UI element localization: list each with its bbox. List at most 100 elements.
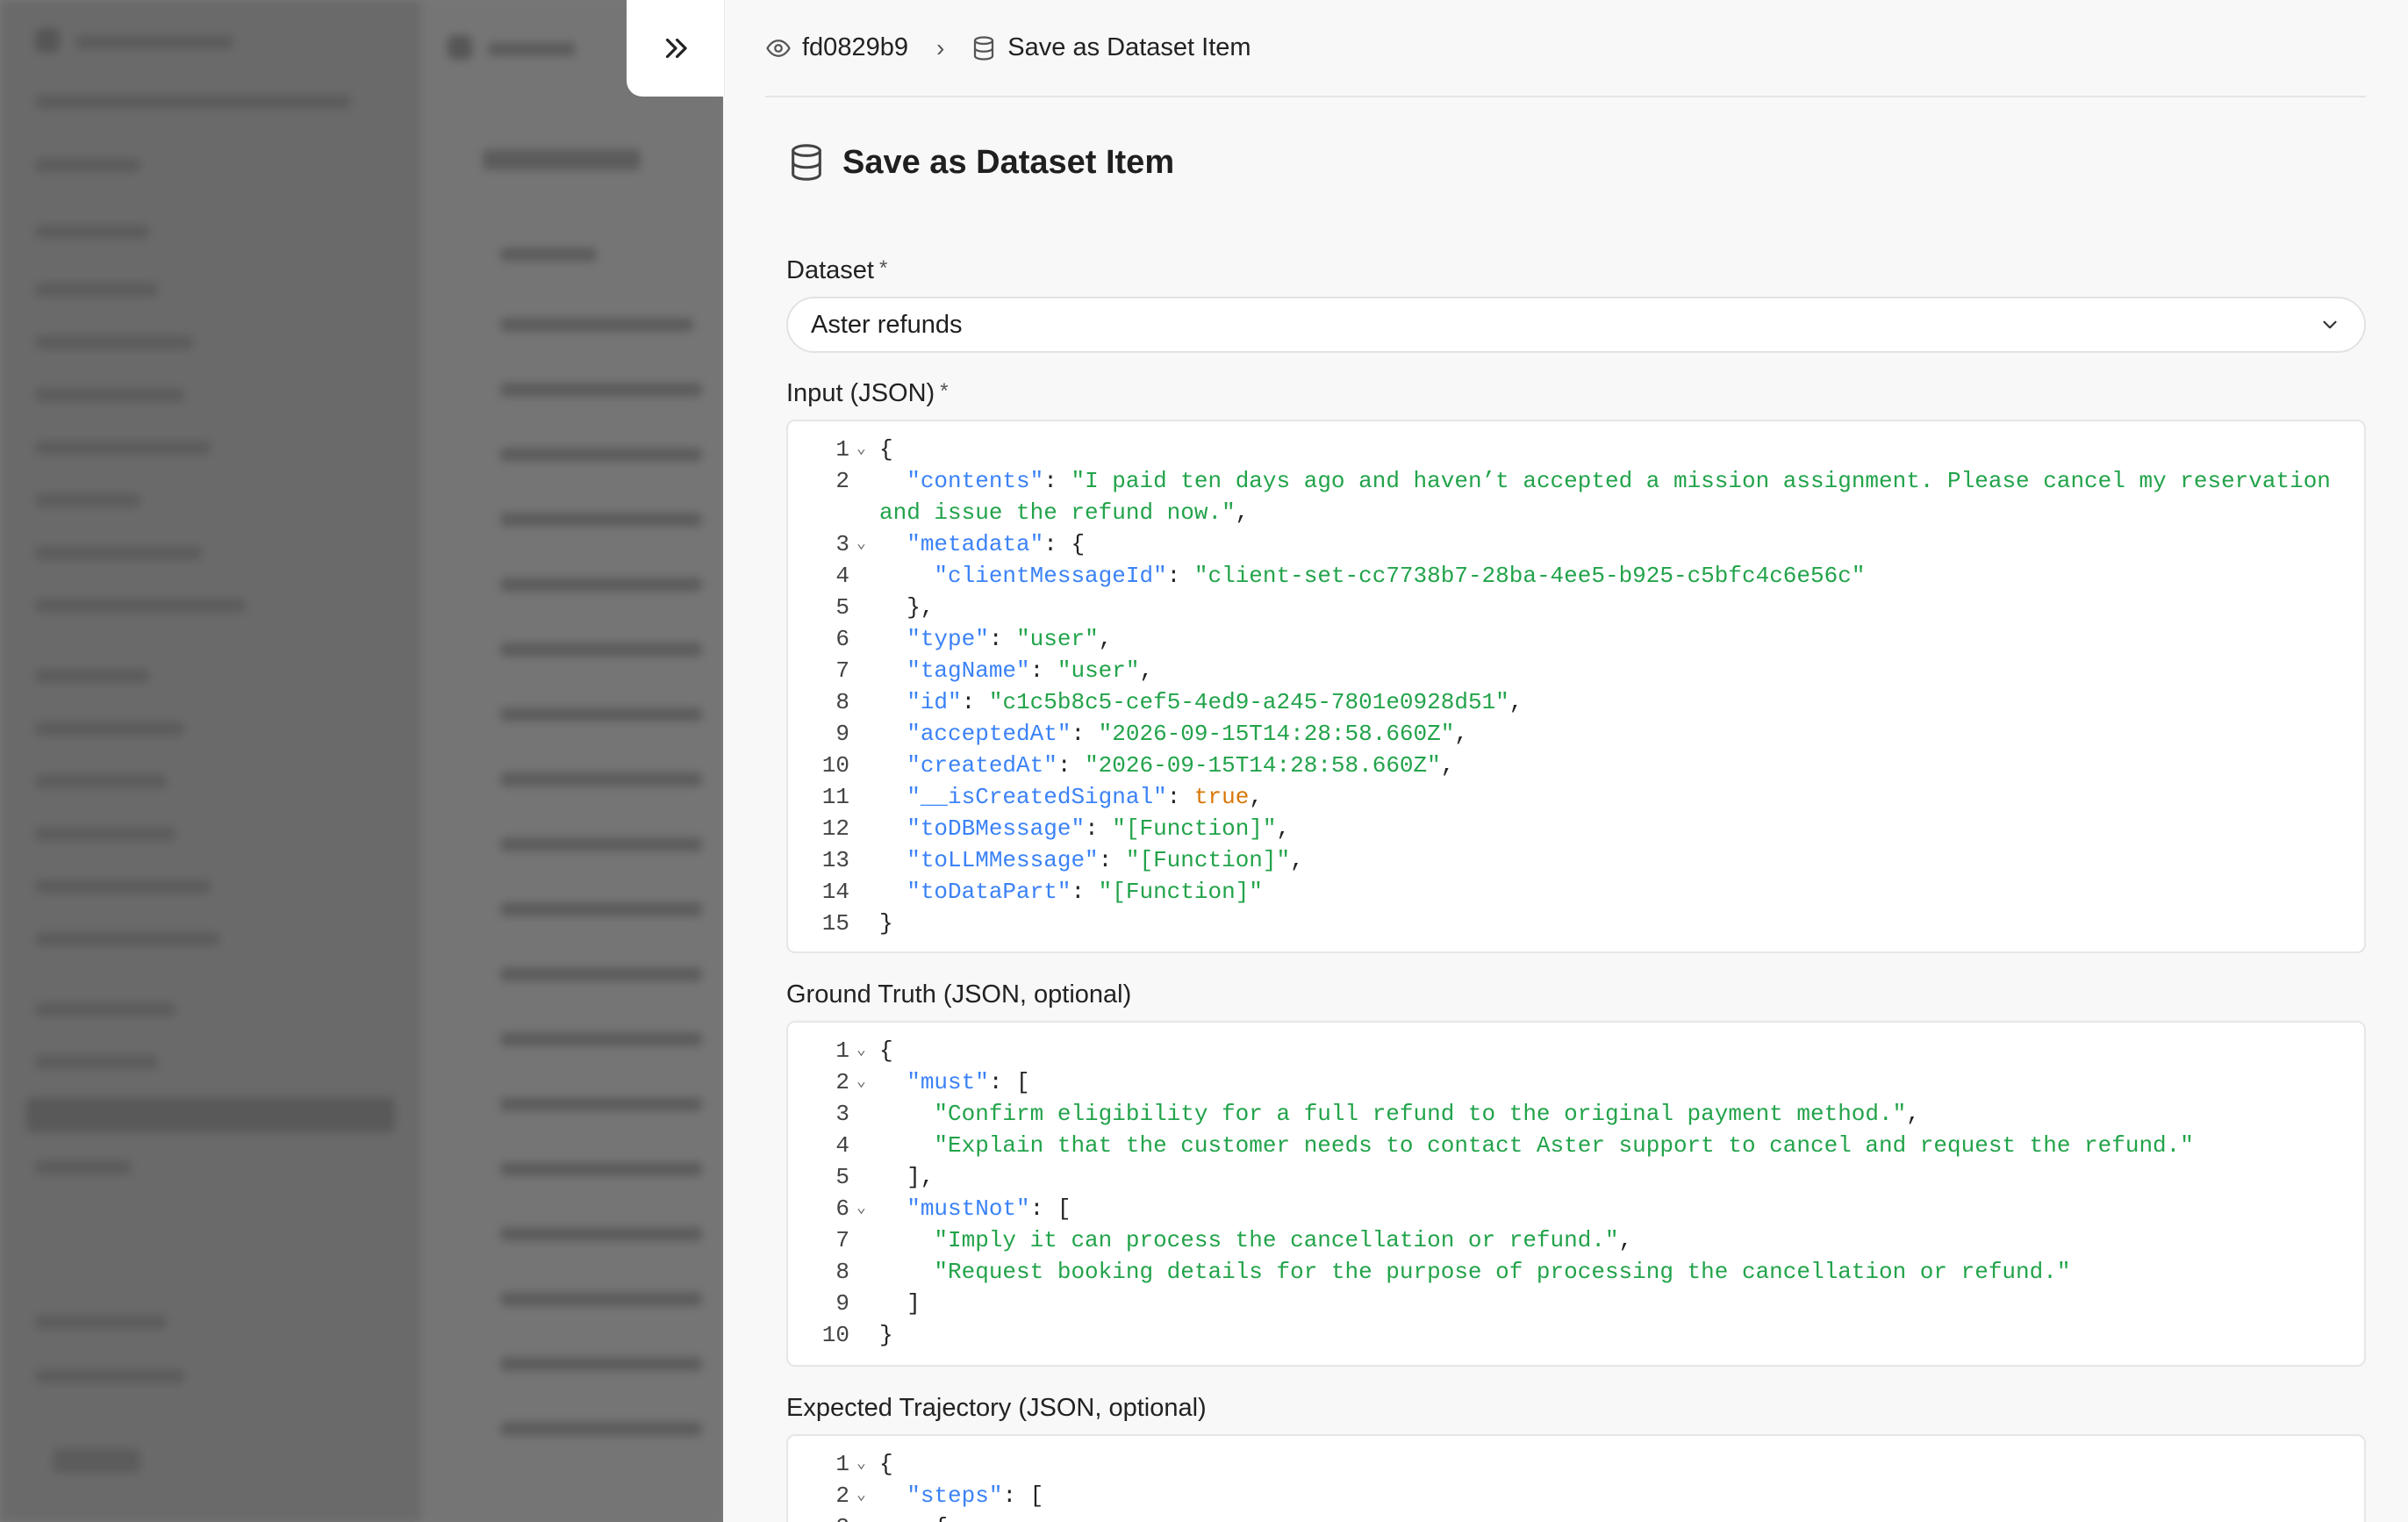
chevron-down-icon[interactable]: ⌄ xyxy=(856,1448,874,1480)
background-row xyxy=(500,1357,702,1371)
background-row xyxy=(35,827,176,841)
background-row xyxy=(35,335,193,349)
line-number: 5 xyxy=(835,594,849,621)
code-line: 14 "toDataPart": "[Function]" xyxy=(788,876,2364,908)
code-line: 15} xyxy=(788,908,2364,939)
breadcrumb-trace[interactable]: fd0829b9 xyxy=(765,33,908,62)
code-line: 5 ], xyxy=(788,1161,2364,1193)
code-text: ] xyxy=(879,1290,921,1317)
code-line: 3 "Confirm eligibility for a full refund… xyxy=(788,1098,2364,1130)
code-line: 13 "toLLMMessage": "[Function]", xyxy=(788,844,2364,876)
line-number: 7 xyxy=(835,1227,849,1253)
background-row xyxy=(75,35,233,49)
background-row xyxy=(35,1002,176,1016)
chevron-down-icon[interactable]: ⌄ xyxy=(856,1035,874,1066)
line-number: 2 xyxy=(835,468,849,494)
background-row xyxy=(500,513,702,527)
line-number: 1 xyxy=(835,1451,849,1477)
background-row xyxy=(488,42,576,56)
line-number: 11 xyxy=(821,784,849,810)
code-text: "contents": "I paid ten days ago and hav… xyxy=(879,468,2331,526)
chevron-down-icon[interactable]: ⌄ xyxy=(856,1480,874,1511)
background-row xyxy=(500,383,702,397)
line-number: 6 xyxy=(835,626,849,652)
code-text: "Request booking details for the purpose… xyxy=(934,1259,2071,1285)
line-number: 1 xyxy=(835,436,849,463)
background-row xyxy=(500,707,702,722)
background-row xyxy=(500,318,693,332)
background-logo xyxy=(35,28,60,53)
line-number: 4 xyxy=(835,1132,849,1159)
expected-trajectory-label: Expected Trajectory (JSON, optional) xyxy=(786,1394,1207,1422)
background-row xyxy=(500,967,702,981)
dataset-label: Dataset * xyxy=(786,256,887,285)
line-number: 2 xyxy=(835,1483,849,1509)
code-text: }, xyxy=(879,594,935,621)
line-number: 12 xyxy=(821,815,849,842)
line-number: 3 xyxy=(835,531,849,557)
breadcrumb-separator: › xyxy=(935,33,945,61)
page-title: Save as Dataset Item xyxy=(842,143,1175,181)
code-line: 3 { xyxy=(788,1511,2364,1522)
line-number: 3 xyxy=(835,1101,849,1127)
collapse-panel-button[interactable] xyxy=(627,0,725,97)
code-text: } xyxy=(879,1322,893,1348)
background-row xyxy=(35,546,202,560)
expected-trajectory-editor[interactable]: 1⌄{ 2⌄ "steps": [ 3 { xyxy=(786,1434,2366,1522)
panel-header: Save as Dataset Item xyxy=(786,142,1174,183)
chevron-down-icon[interactable]: ⌄ xyxy=(856,434,874,465)
code-text: { xyxy=(879,1037,893,1064)
code-text: "Explain that the customer needs to cont… xyxy=(934,1132,2194,1159)
background-row xyxy=(35,669,149,683)
line-number: 5 xyxy=(835,1164,849,1190)
code-line: 1 ⌄{ xyxy=(788,1035,2364,1066)
eye-icon xyxy=(766,39,791,57)
background-row xyxy=(500,1227,702,1241)
line-number: 15 xyxy=(821,910,849,937)
ground-truth-editor[interactable]: 1 ⌄{ 2 ⌄ "must": [ 3 "Confirm eligibility … xyxy=(786,1021,2366,1367)
code-text: } xyxy=(879,910,893,937)
background-row xyxy=(35,774,167,788)
background-row xyxy=(500,1422,702,1436)
background-row xyxy=(500,248,597,262)
code-line: 8 "id": "c1c5b8c5-cef5-4ed9-a245-7801e09… xyxy=(788,686,2364,718)
code-line: 2 "contents": "I paid ten days ago and h… xyxy=(788,465,2364,528)
line-number: 6 xyxy=(835,1195,849,1222)
code-text: { xyxy=(874,1511,948,1522)
background-row xyxy=(500,902,702,916)
code-line: 4 "clientMessageId": "client-set-cc7738b… xyxy=(788,560,2364,592)
code-line: 8 "Request booking details for the purpo… xyxy=(788,1256,2364,1288)
input-json-editor[interactable]: 1 ⌄{ 2 "contents": "I paid ten days ago a… xyxy=(786,420,2366,953)
background-row xyxy=(53,1448,140,1473)
background-row xyxy=(35,158,140,172)
background-row xyxy=(500,837,702,851)
background-row-active xyxy=(26,1097,395,1132)
code-text: "clientMessageId": "client-set-cc7738b7-… xyxy=(934,563,1866,589)
background-row xyxy=(35,225,149,239)
code-line: 10} xyxy=(788,1319,2364,1351)
chevron-down-icon[interactable]: ⌄ xyxy=(856,1066,874,1098)
background-icon xyxy=(448,35,472,60)
chevron-down-icon[interactable]: ⌄ xyxy=(856,1193,874,1224)
background-row xyxy=(35,599,246,613)
dataset-select[interactable]: Aster refunds xyxy=(786,297,2366,353)
background-row xyxy=(35,493,140,507)
code-text: "toDataPart": "[Function]" xyxy=(907,879,1263,905)
line-number: 4 xyxy=(835,563,849,589)
code-line: 1 ⌄{ xyxy=(788,434,2364,465)
breadcrumb-trace-id: fd0829b9 xyxy=(802,33,908,61)
code-text: "__isCreatedSignal": true, xyxy=(907,784,1263,810)
code-text: "must": [ xyxy=(907,1069,1030,1095)
background-row xyxy=(500,448,702,462)
required-mark: * xyxy=(940,379,949,403)
code-text: "toLLMMessage": "[Function]", xyxy=(907,847,1304,873)
background-sidebar xyxy=(0,0,421,1522)
line-number: 10 xyxy=(821,1322,849,1348)
background-row xyxy=(35,1369,184,1383)
code-line: 7 "tagName": "user", xyxy=(788,655,2364,686)
ground-truth-label: Ground Truth (JSON, optional) xyxy=(786,980,1132,1009)
save-dataset-item-panel: fd0829b9 › Save as Dataset Item Save as … xyxy=(723,0,2408,1522)
code-text: "tagName": "user", xyxy=(907,657,1154,684)
line-number: 8 xyxy=(835,1259,849,1285)
chevron-down-icon[interactable]: ⌄ xyxy=(856,528,874,560)
